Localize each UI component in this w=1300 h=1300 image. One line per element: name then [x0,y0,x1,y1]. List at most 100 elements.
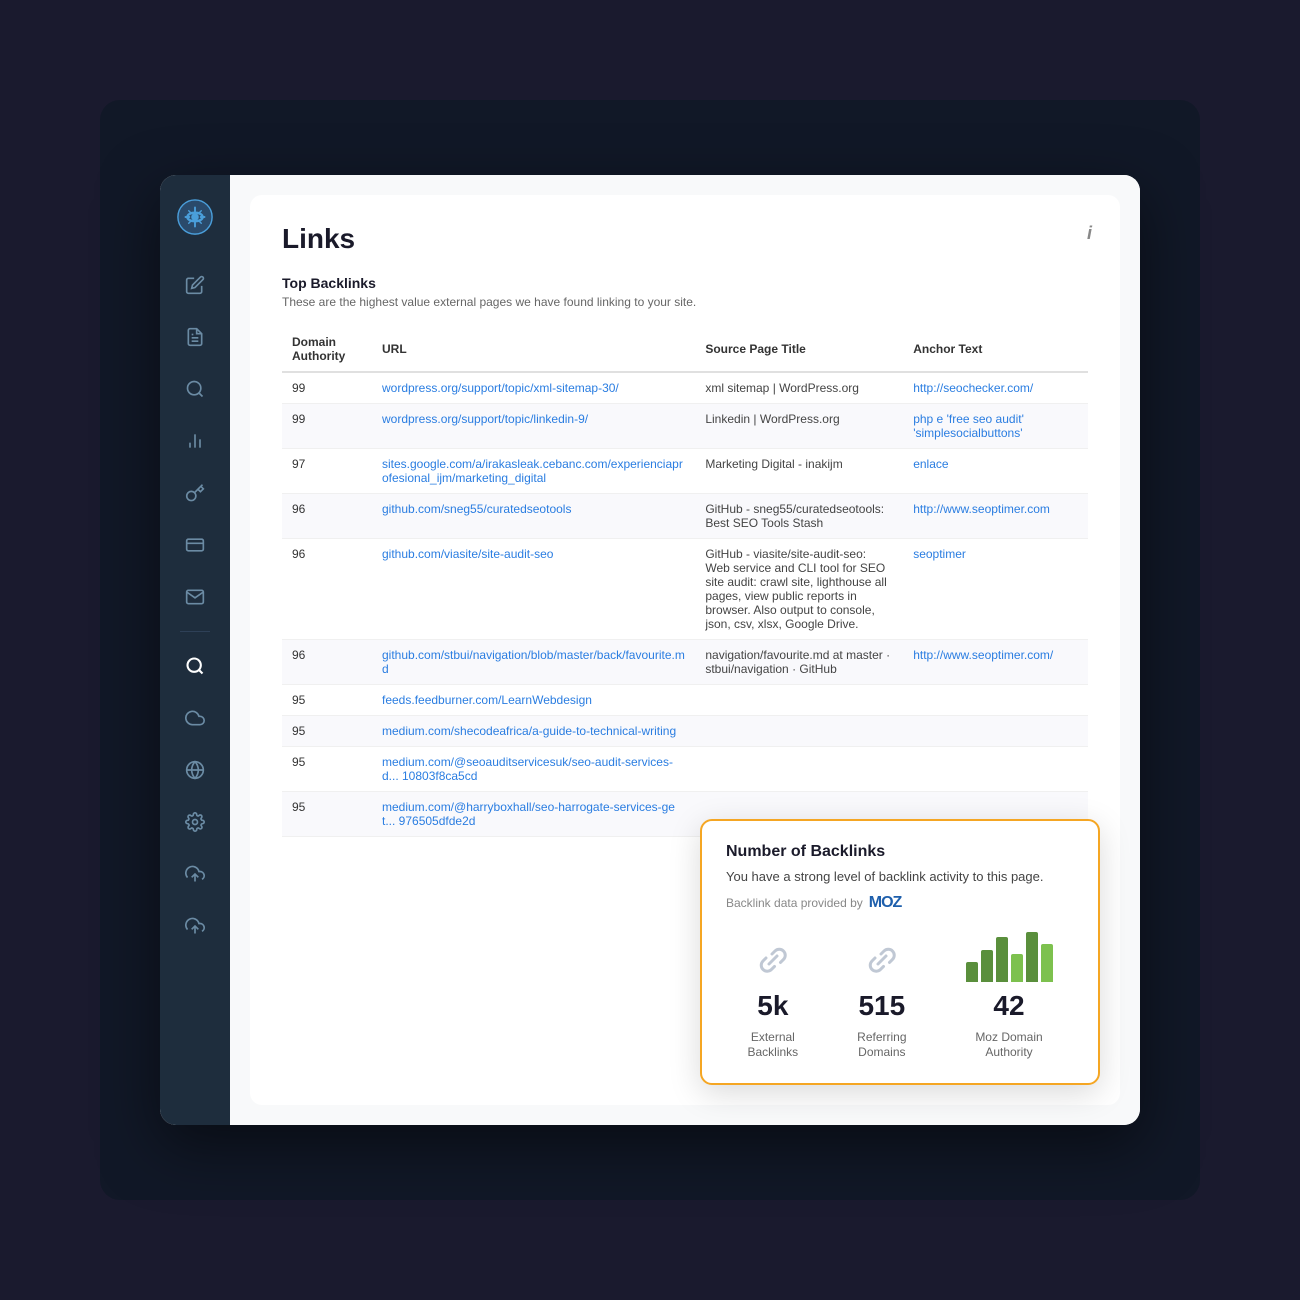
outer-wrapper: Links i Top Backlinks These are the high… [100,100,1200,1200]
sidebar-item-edit[interactable] [173,263,217,307]
page-title: Links [282,223,1088,255]
section-header: Top Backlinks These are the highest valu… [282,275,1088,309]
cell-source-title: xml sitemap | WordPress.org [695,372,903,404]
sidebar-item-document[interactable] [173,315,217,359]
cell-domain-authority: 99 [282,372,372,404]
stat-referring-domains: 515 ReferringDomains [857,938,906,1061]
cell-anchor-text: php e 'free seo audit' 'simplesocialbutt… [903,404,1088,449]
cell-anchor-text [903,716,1088,747]
popup-title: Number of Backlinks [726,843,1074,861]
cell-url[interactable]: medium.com/shecodeafrica/a-guide-to-tech… [372,716,695,747]
cell-source-title: GitHub - viasite/site-audit-seo: Web ser… [695,539,903,640]
cell-url[interactable]: medium.com/@seoauditservicesuk/seo-audit… [372,747,695,792]
sidebar-item-upload[interactable] [173,904,217,948]
sidebar-item-cloud[interactable] [173,696,217,740]
sidebar [160,175,230,1125]
main-content: Links i Top Backlinks These are the high… [230,175,1140,1125]
stat-label-domains: ReferringDomains [857,1030,906,1061]
bar-4 [1011,954,1023,982]
stat-moz-authority: 42 Moz DomainAuthority [966,932,1053,1061]
table-row[interactable]: 99wordpress.org/support/topic/linkedin-9… [282,404,1088,449]
cell-domain-authority: 96 [282,494,372,539]
cell-domain-authority: 99 [282,404,372,449]
cell-url[interactable]: feeds.feedburner.com/LearnWebdesign [372,685,695,716]
sidebar-item-cloud2[interactable] [173,852,217,896]
table-row[interactable]: 96github.com/stbui/navigation/blob/maste… [282,640,1088,685]
section-title: Top Backlinks [282,275,1088,291]
cell-source-title: GitHub - sneg55/curatedseotools: Best SE… [695,494,903,539]
cell-source-title [695,685,903,716]
sidebar-item-search-small[interactable] [173,367,217,411]
col-header-domain: DomainAuthority [282,327,372,372]
cell-url[interactable]: github.com/stbui/navigation/blob/master/… [372,640,695,685]
cell-anchor-text: http://seochecker.com/ [903,372,1088,404]
cell-url[interactable]: wordpress.org/support/topic/xml-sitemap-… [372,372,695,404]
stat-number-backlinks: 5k [757,990,788,1022]
popup-provider: Backlink data provided by MOZ [726,894,1074,912]
cell-url[interactable]: medium.com/@harryboxhall/seo-harrogate-s… [372,792,695,837]
table-row[interactable]: 99wordpress.org/support/topic/xml-sitema… [282,372,1088,404]
app-logo[interactable] [173,195,217,239]
cell-source-title: navigation/favourite.md at master · stbu… [695,640,903,685]
backlinks-popup: Number of Backlinks You have a strong le… [700,819,1100,1085]
bar-3 [996,937,1008,982]
sidebar-divider [180,631,210,632]
cell-anchor-text: seoptimer [903,539,1088,640]
table-row[interactable]: 96github.com/viasite/site-audit-seoGitHu… [282,539,1088,640]
stat-label-authority: Moz DomainAuthority [975,1030,1042,1061]
bar-6 [1041,944,1053,982]
sidebar-item-card[interactable] [173,523,217,567]
bar-1 [966,962,978,982]
cell-anchor-text [903,747,1088,792]
cell-source-title: Marketing Digital - inakijm [695,449,903,494]
table-row[interactable]: 95feeds.feedburner.com/LearnWebdesign [282,685,1088,716]
cell-domain-authority: 95 [282,747,372,792]
bar-5 [1026,932,1038,982]
stat-label-backlinks: ExternalBacklinks [747,1030,798,1061]
chain-icon-2 [860,938,904,982]
stat-number-authority: 42 [993,990,1024,1022]
cell-domain-authority: 95 [282,685,372,716]
sidebar-item-globe[interactable] [173,748,217,792]
bar-2 [981,950,993,982]
popup-stats: 5k ExternalBacklinks 515 ReferringDoma [726,932,1074,1061]
sidebar-item-email[interactable] [173,575,217,619]
stat-external-backlinks: 5k ExternalBacklinks [747,938,798,1061]
backlinks-table: DomainAuthority URL Source Page Title An… [282,327,1088,837]
app-container: Links i Top Backlinks These are the high… [160,175,1140,1125]
cell-url[interactable]: github.com/sneg55/curatedseotools [372,494,695,539]
info-icon[interactable]: i [1087,223,1092,244]
table-row[interactable]: 97sites.google.com/a/irakasleak.cebanc.c… [282,449,1088,494]
chart-bars [966,932,1053,982]
cell-source-title: Linkedin | WordPress.org [695,404,903,449]
cell-source-title [695,747,903,792]
cell-url[interactable]: sites.google.com/a/irakasleak.cebanc.com… [372,449,695,494]
sidebar-item-settings[interactable] [173,800,217,844]
table-row[interactable]: 95medium.com/shecodeafrica/a-guide-to-te… [282,716,1088,747]
col-header-anchor: Anchor Text [903,327,1088,372]
provider-label: Backlink data provided by [726,896,863,910]
cell-anchor-text: http://www.seoptimer.com [903,494,1088,539]
cell-domain-authority: 96 [282,640,372,685]
col-header-source: Source Page Title [695,327,903,372]
cell-url[interactable]: wordpress.org/support/topic/linkedin-9/ [372,404,695,449]
moz-logo: MOZ [869,894,902,912]
cell-domain-authority: 95 [282,716,372,747]
col-header-url: URL [372,327,695,372]
cell-source-title [695,716,903,747]
stat-number-domains: 515 [858,990,905,1022]
cell-anchor-text: enlace [903,449,1088,494]
cell-domain-authority: 97 [282,449,372,494]
table-row[interactable]: 96github.com/sneg55/curatedseotoolsGitHu… [282,494,1088,539]
section-desc: These are the highest value external pag… [282,295,1088,309]
chain-icon-1 [751,938,795,982]
cell-domain-authority: 96 [282,539,372,640]
cell-url[interactable]: github.com/viasite/site-audit-seo [372,539,695,640]
popup-description: You have a strong level of backlink acti… [726,869,1074,884]
table-row[interactable]: 95medium.com/@seoauditservicesuk/seo-aud… [282,747,1088,792]
sidebar-item-key[interactable] [173,471,217,515]
sidebar-item-search-large[interactable] [173,644,217,688]
cell-domain-authority: 95 [282,792,372,837]
sidebar-item-charts[interactable] [173,419,217,463]
cell-anchor-text [903,685,1088,716]
